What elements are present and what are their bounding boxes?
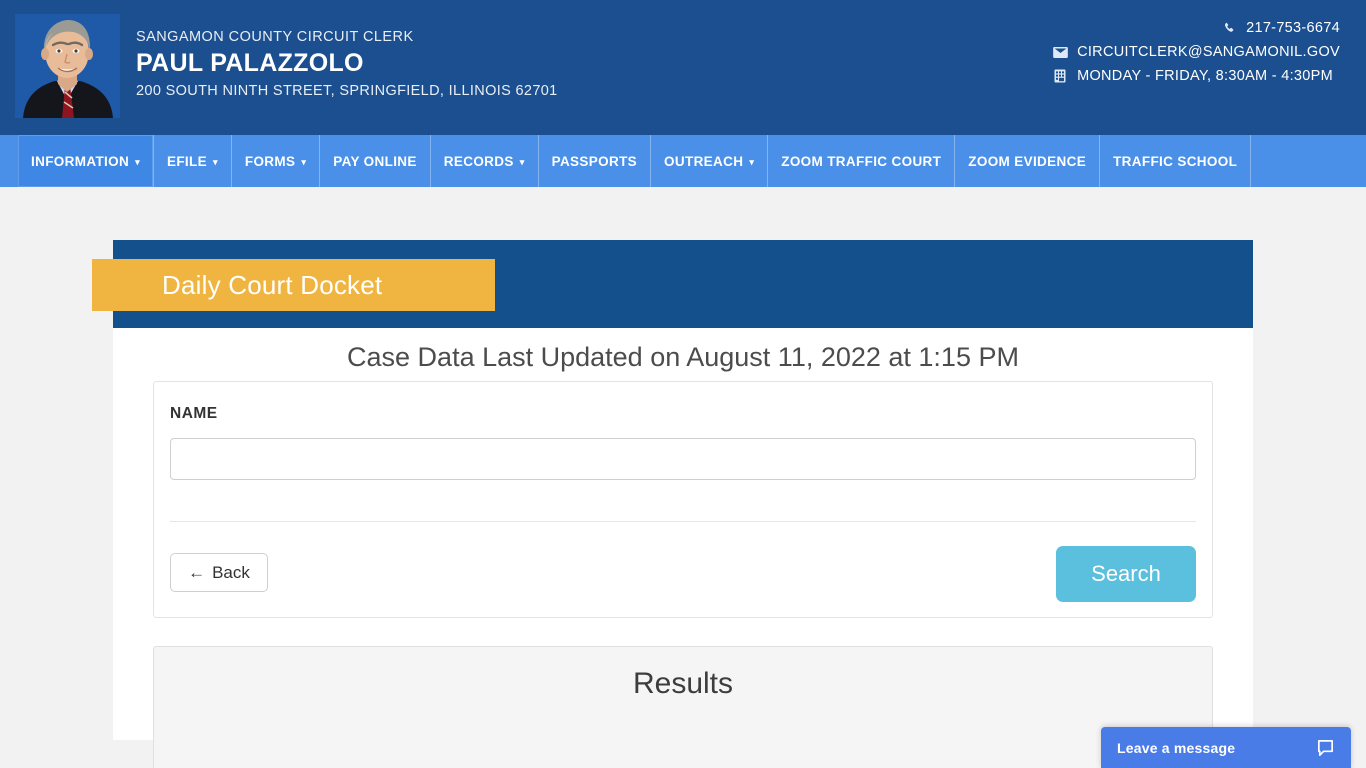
chevron-down-icon: ▾	[301, 156, 307, 167]
nav-item-pay-online[interactable]: PAY ONLINE	[319, 135, 430, 187]
search-input[interactable]	[170, 438, 1196, 480]
contact-hours-text: MONDAY - FRIDAY, 8:30AM - 4:30PM	[1077, 68, 1333, 84]
nav-item-traffic-school[interactable]: TRAFFIC SCHOOL	[1099, 135, 1250, 187]
phone-icon	[1219, 22, 1239, 35]
chevron-down-icon: ▾	[519, 156, 525, 167]
contact-phone[interactable]: 217-753-6674	[1050, 16, 1340, 40]
nav-item-zoom-traffic-court[interactable]: ZOOM TRAFFIC COURT	[767, 135, 954, 187]
contact-hours: MONDAY - FRIDAY, 8:30AM - 4:30PM	[1050, 64, 1340, 88]
nav-divider	[1250, 135, 1252, 187]
last-updated-heading: Case Data Last Updated on August 11, 202…	[347, 342, 1019, 372]
chevron-down-icon: ▾	[135, 156, 140, 167]
page-body: Daily Court Docket Case Data Last Update…	[0, 187, 1366, 768]
back-button[interactable]: ← Back	[170, 553, 268, 592]
back-button-label: Back	[212, 562, 250, 582]
nav-item-forms[interactable]: FORMS ▾	[230, 135, 319, 187]
contact-info: 217-753-6674 CIRCUITCLERK@SANGAMONIL.GOV	[1050, 16, 1340, 88]
nav-label: RECORDS	[443, 153, 514, 169]
site-header: SANGAMON COUNTY CIRCUIT CLERK PAUL PALAZ…	[0, 0, 1366, 135]
chat-bubble-icon	[1316, 738, 1335, 757]
nav-label: PAY ONLINE	[333, 153, 417, 169]
main-navigation: INFORMATION ▾ EFILE ▾ FORMS ▾ PAY ONLINE…	[0, 135, 1366, 187]
form-divider	[170, 521, 1196, 522]
org-name: PAUL PALAZZOLO	[136, 49, 364, 78]
chevron-down-icon: ▾	[212, 156, 218, 167]
chat-widget-label: Leave a message	[1117, 739, 1236, 756]
nav-label: OUTREACH	[664, 153, 744, 169]
nav-label: PASSPORTS	[551, 153, 638, 169]
nav-item-records[interactable]: RECORDS ▾	[429, 135, 538, 187]
name-field-label: NAME	[170, 405, 218, 422]
org-identity: SANGAMON COUNTY CIRCUIT CLERK PAUL PALAZ…	[136, 28, 558, 101]
nav-label: FORMS	[244, 153, 296, 169]
nav-label: EFILE	[166, 153, 207, 169]
nav-label: ZOOM EVIDENCE	[968, 153, 1087, 169]
nav-label: ZOOM TRAFFIC COURT	[781, 153, 942, 169]
chevron-down-icon: ▾	[749, 156, 755, 167]
results-title: Results	[632, 667, 734, 700]
nav-item-passports[interactable]: PASSPORTS	[537, 135, 650, 187]
page-title-ribbon: Daily Court Docket	[92, 259, 495, 311]
envelope-icon	[1050, 46, 1070, 58]
contact-email-text: CIRCUITCLERK@SANGAMONIL.GOV	[1077, 44, 1340, 60]
nav-label: INFORMATION	[31, 153, 130, 169]
nav-item-zoom-evidence[interactable]: ZOOM EVIDENCE	[954, 135, 1099, 187]
nav-label: TRAFFIC SCHOOL	[1113, 153, 1238, 169]
avatar	[15, 14, 120, 118]
arrow-left-icon: ←	[188, 562, 206, 582]
nav-item-information[interactable]: INFORMATION ▾	[18, 135, 153, 187]
calendar-icon	[1050, 69, 1070, 83]
search-button[interactable]: Search	[1056, 546, 1196, 602]
results-card: Results	[153, 646, 1213, 768]
org-address: 200 SOUTH NINTH STREET, SPRINGFIELD, ILL…	[136, 83, 558, 100]
org-subtitle: SANGAMON COUNTY CIRCUIT CLERK	[136, 29, 414, 45]
nav-item-outreach[interactable]: OUTREACH ▾	[650, 135, 767, 187]
page-title: Daily Court Docket	[162, 269, 383, 300]
portrait-photo	[15, 14, 120, 118]
contact-email[interactable]: CIRCUITCLERK@SANGAMONIL.GOV	[1050, 40, 1340, 64]
nav-item-efile[interactable]: EFILE ▾	[152, 135, 231, 187]
leave-a-message-widget[interactable]: Leave a message	[1101, 727, 1351, 768]
contact-phone-text: 217-753-6674	[1246, 20, 1340, 36]
search-form-card: NAME ← Back Search	[153, 381, 1213, 618]
